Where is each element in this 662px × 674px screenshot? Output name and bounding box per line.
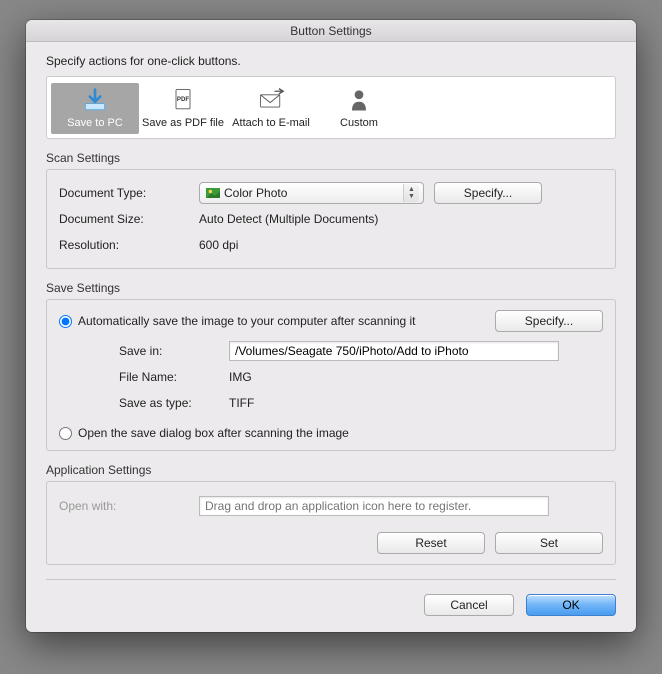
auto-save-label: Automatically save the image to your com… [78, 314, 416, 328]
action-save-as-pdf[interactable]: PDF Save as PDF file [139, 83, 227, 134]
save-as-type-value: TIFF [229, 396, 603, 410]
footer-separator [46, 579, 616, 580]
document-size-label: Document Size: [59, 212, 199, 226]
scan-specify-button[interactable]: Specify... [434, 182, 542, 204]
content-area: Specify actions for one-click buttons. S… [26, 42, 636, 632]
action-label: Save as PDF file [141, 117, 225, 130]
action-attach-email[interactable]: Attach to E-mail [227, 83, 315, 134]
save-as-type-label: Save as type: [119, 396, 229, 410]
button-label: Cancel [450, 598, 487, 612]
color-photo-icon [206, 187, 220, 199]
save-settings-heading: Save Settings [46, 281, 616, 295]
action-label: Save to PC [53, 117, 137, 130]
auto-save-radio[interactable] [59, 315, 72, 328]
scan-settings-heading: Scan Settings [46, 151, 616, 165]
scan-settings-panel: Document Type: Color Photo ▲▼ Specify... [46, 169, 616, 269]
document-type-value: Color Photo [224, 186, 403, 200]
pdf-icon: PDF [141, 85, 225, 115]
svg-text:PDF: PDF [177, 96, 189, 103]
reset-button[interactable]: Reset [377, 532, 485, 554]
file-name-label: File Name: [119, 370, 229, 384]
open-dialog-radio[interactable] [59, 427, 72, 440]
open-dialog-label: Open the save dialog box after scanning … [78, 426, 349, 440]
app-settings-heading: Application Settings [46, 463, 616, 477]
instruction-text: Specify actions for one-click buttons. [46, 54, 616, 68]
save-in-label: Save in: [119, 344, 229, 358]
button-label: Set [540, 536, 558, 550]
action-label: Attach to E-mail [229, 117, 313, 130]
action-save-to-pc[interactable]: Save to PC [51, 83, 139, 134]
button-label: OK [562, 598, 579, 612]
titlebar: Button Settings [26, 20, 636, 42]
button-label: Reset [415, 536, 446, 550]
window-title: Button Settings [290, 24, 371, 38]
custom-icon [317, 85, 401, 115]
email-icon [229, 85, 313, 115]
ok-button[interactable]: OK [526, 594, 616, 616]
file-name-value: IMG [229, 370, 603, 384]
set-button[interactable]: Set [495, 532, 603, 554]
dialog-footer: Cancel OK [46, 594, 616, 616]
save-in-input[interactable] [229, 341, 559, 361]
open-dialog-option[interactable]: Open the save dialog box after scanning … [59, 426, 603, 440]
save-settings-panel: Automatically save the image to your com… [46, 299, 616, 451]
dialog-window: Button Settings Specify actions for one-… [26, 20, 636, 632]
action-label: Custom [317, 117, 401, 130]
open-with-label: Open with: [59, 499, 199, 513]
resolution-label: Resolution: [59, 238, 199, 252]
action-custom[interactable]: Custom [315, 83, 403, 134]
document-type-dropdown[interactable]: Color Photo ▲▼ [199, 182, 424, 204]
document-size-value: Auto Detect (Multiple Documents) [199, 212, 603, 226]
document-type-label: Document Type: [59, 186, 199, 200]
action-toolbar: Save to PC PDF Save as PDF file Attach t… [46, 76, 616, 139]
auto-save-option[interactable]: Automatically save the image to your com… [59, 314, 416, 328]
save-specify-button[interactable]: Specify... [495, 310, 603, 332]
button-label: Specify... [525, 314, 573, 328]
button-label: Specify... [464, 186, 512, 200]
resolution-value: 600 dpi [199, 238, 603, 252]
chevron-updown-icon: ▲▼ [403, 184, 419, 202]
save-to-pc-icon [53, 85, 137, 115]
cancel-button[interactable]: Cancel [424, 594, 514, 616]
app-settings-panel: Open with: Reset Set [46, 481, 616, 565]
open-with-input[interactable] [199, 496, 549, 516]
